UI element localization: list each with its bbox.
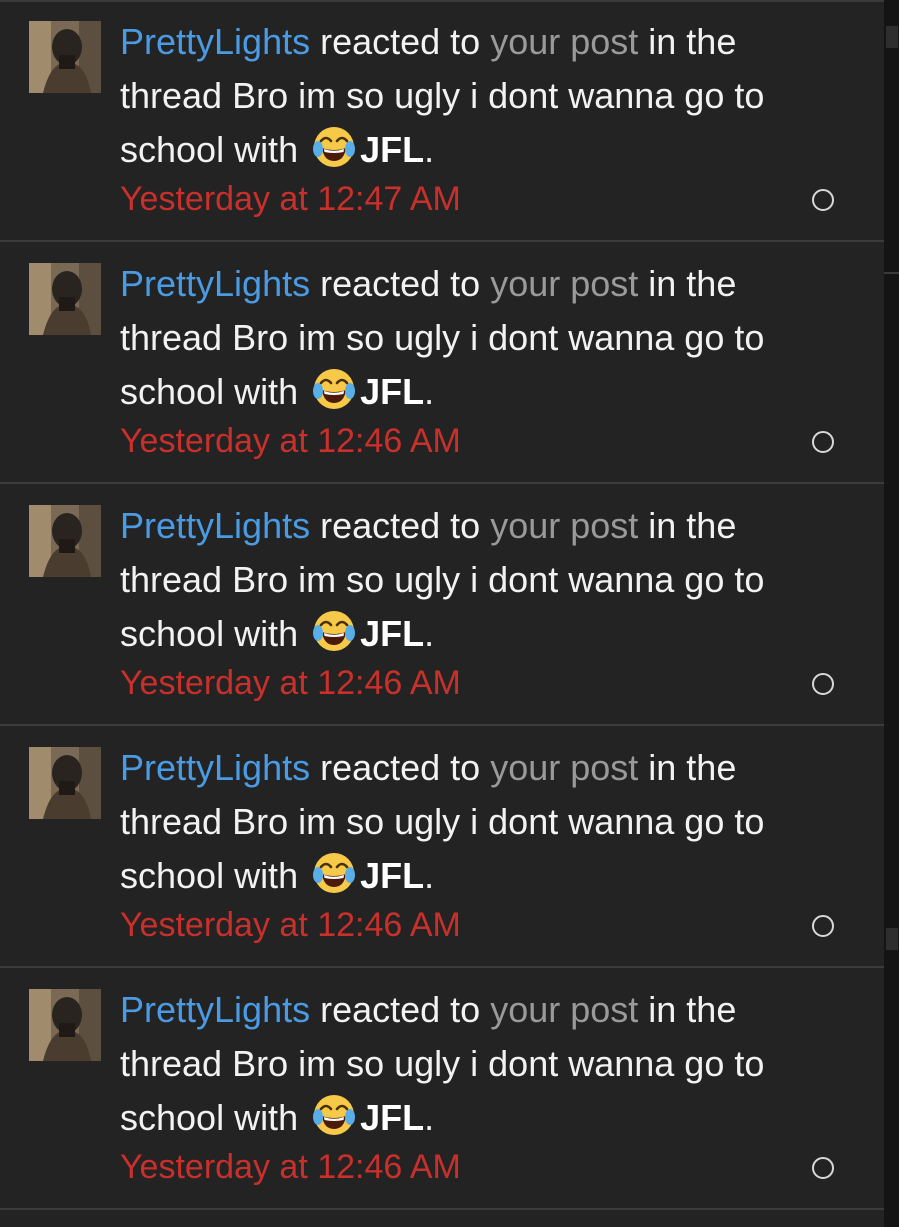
mark-read-circle-icon[interactable] (812, 673, 834, 695)
notification-item[interactable]: PrettyLights reacted to your post in the… (0, 484, 884, 726)
avatar-image (29, 747, 101, 819)
sentence-end: . (424, 371, 435, 412)
notification-list: PrettyLights reacted to your post in the… (0, 0, 884, 1227)
sentence-end: . (424, 1097, 435, 1138)
mark-read-circle-icon[interactable] (812, 189, 834, 211)
action-text: reacted to (310, 989, 491, 1030)
laughing-crying-emoji-icon (312, 367, 356, 411)
sentence-end: . (424, 855, 435, 896)
reaction-name: JFL (360, 129, 425, 170)
notification-item[interactable]: PrettyLights reacted to your post in the… (0, 242, 884, 484)
username-link[interactable]: PrettyLights (120, 747, 310, 788)
avatar[interactable] (29, 21, 101, 93)
reaction-name: JFL (360, 855, 425, 896)
avatar-image (29, 263, 101, 335)
username-link[interactable]: PrettyLights (120, 505, 310, 546)
laughing-crying-emoji-icon (312, 609, 356, 653)
action-text: reacted to (310, 505, 491, 546)
scrollbar-track[interactable] (884, 0, 899, 1227)
mark-read-circle-icon[interactable] (812, 1157, 834, 1179)
notification-text: PrettyLights reacted to your post in the… (120, 983, 840, 1145)
notification-item[interactable]: PrettyLights reacted to your post in the… (0, 968, 884, 1210)
scrollbar-divider (884, 272, 899, 274)
avatar-image (29, 989, 101, 1061)
notification-text: PrettyLights reacted to your post in the… (120, 741, 840, 903)
username-link[interactable]: PrettyLights (120, 263, 310, 304)
timestamp[interactable]: Yesterday at 12:46 AM (120, 1144, 461, 1190)
avatar[interactable] (29, 747, 101, 819)
username-link[interactable]: PrettyLights (120, 21, 310, 62)
post-link[interactable]: your post (490, 989, 638, 1030)
mark-read-circle-icon[interactable] (812, 915, 834, 937)
reaction-name: JFL (360, 371, 425, 412)
scrollbar-segment (886, 928, 898, 950)
sentence-end: . (424, 129, 435, 170)
avatar[interactable] (29, 505, 101, 577)
timestamp[interactable]: Yesterday at 12:46 AM (120, 902, 461, 948)
avatar-image (29, 21, 101, 93)
avatar[interactable] (29, 263, 101, 335)
avatar-image (29, 505, 101, 577)
notification-item[interactable]: PrettyLights reacted to your post in the… (0, 726, 884, 968)
notification-item[interactable]: PrettyLights reacted to your post in the… (0, 0, 884, 242)
action-text: reacted to (310, 21, 491, 62)
sentence-end: . (424, 613, 435, 654)
notification-text: PrettyLights reacted to your post in the… (120, 499, 840, 661)
action-text: reacted to (310, 747, 491, 788)
timestamp[interactable]: Yesterday at 12:46 AM (120, 418, 461, 464)
post-link[interactable]: your post (490, 747, 638, 788)
laughing-crying-emoji-icon (312, 851, 356, 895)
username-link[interactable]: PrettyLights (120, 989, 310, 1030)
reaction-name: JFL (360, 1097, 425, 1138)
timestamp[interactable]: Yesterday at 12:46 AM (120, 660, 461, 706)
action-text: reacted to (310, 263, 491, 304)
laughing-crying-emoji-icon (312, 125, 356, 169)
mark-read-circle-icon[interactable] (812, 431, 834, 453)
laughing-crying-emoji-icon (312, 1093, 356, 1137)
post-link[interactable]: your post (490, 505, 638, 546)
notification-text: PrettyLights reacted to your post in the… (120, 257, 840, 419)
avatar[interactable] (29, 989, 101, 1061)
reaction-name: JFL (360, 613, 425, 654)
scrollbar-segment (886, 26, 898, 48)
timestamp[interactable]: Yesterday at 12:47 AM (120, 176, 461, 222)
post-link[interactable]: your post (490, 21, 638, 62)
notification-text: PrettyLights reacted to your post in the… (120, 15, 840, 177)
post-link[interactable]: your post (490, 263, 638, 304)
